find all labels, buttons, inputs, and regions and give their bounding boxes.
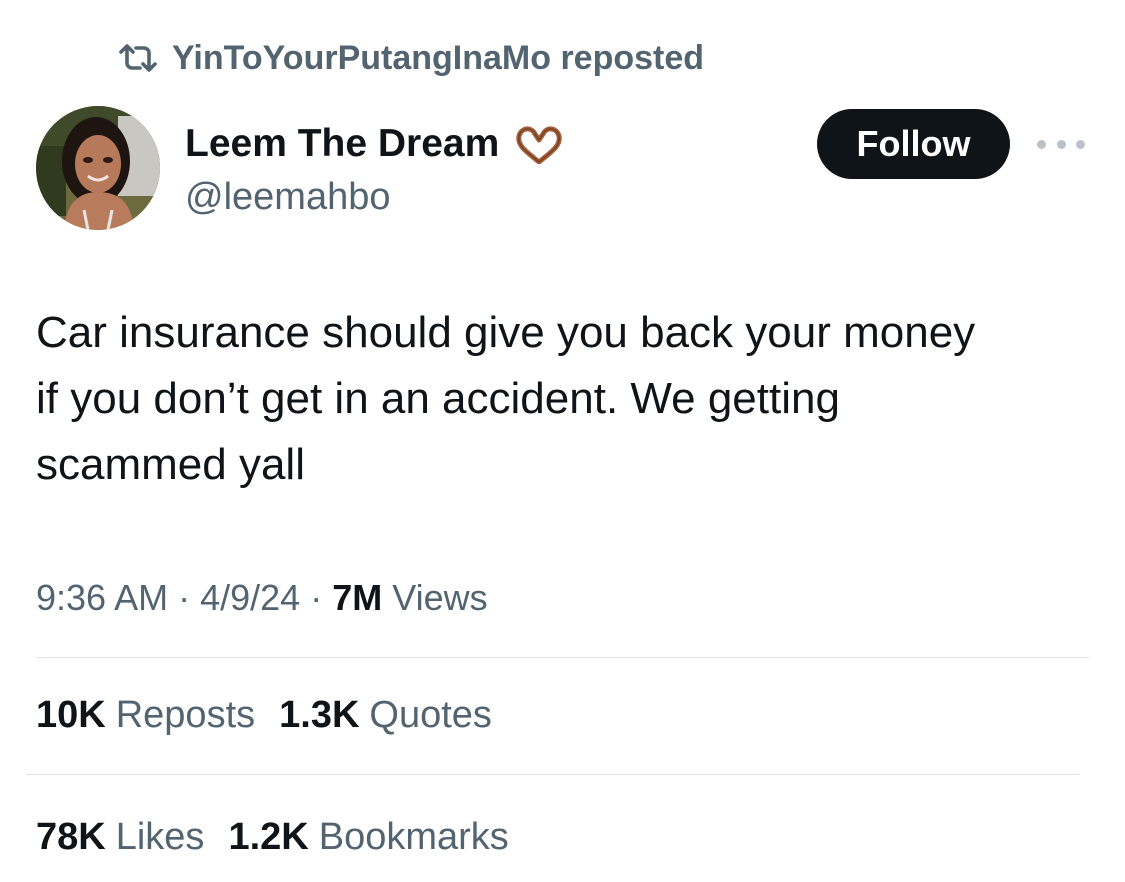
avatar[interactable] [36, 106, 160, 230]
meta-separator: · [310, 577, 323, 618]
author-info[interactable]: Leem The Dream @leemahbo [185, 120, 565, 220]
tweet-time[interactable]: 9:36 AM [36, 573, 168, 623]
likes-count: 78K [36, 816, 106, 858]
repost-text: YinToYourPutangInaMo reposted [172, 39, 705, 77]
reposts-stat[interactable]: 10K Reposts [36, 689, 255, 741]
quotes-stat[interactable]: 1.3K Quotes [279, 689, 492, 741]
tweet-date[interactable]: 4/9/24 [200, 573, 300, 623]
more-dot [1076, 139, 1085, 149]
follow-button[interactable]: Follow [817, 109, 1010, 179]
repost-icon [118, 43, 158, 73]
more-dot [1056, 139, 1066, 149]
more-options-icon[interactable] [1037, 132, 1085, 156]
views-stat[interactable]: 7M Views [332, 573, 487, 623]
divider [36, 657, 1089, 658]
more-dot [1037, 139, 1046, 149]
tweet-text: Car insurance should give you back your … [36, 308, 976, 489]
reposts-label: Reposts [115, 694, 256, 736]
reposts-count: 10K [36, 694, 106, 736]
views-count: 7M [332, 577, 383, 618]
stats-row-reposts-quotes: 10K Reposts 1.3K Quotes [36, 689, 516, 741]
likes-stat[interactable]: 78K Likes [36, 811, 204, 863]
repost-header[interactable]: YinToYourPutangInaMo reposted [118, 36, 704, 80]
bookmarks-count: 1.2K [228, 816, 309, 858]
likes-label: Likes [115, 816, 205, 858]
display-name-text: Leem The Dream [185, 122, 500, 165]
quotes-count: 1.3K [279, 694, 360, 736]
display-name[interactable]: Leem The Dream [185, 120, 565, 168]
divider [26, 774, 1080, 775]
views-label: Views [392, 577, 488, 618]
tweet-meta: 9:36 AM · 4/9/24 · 7M Views [36, 573, 488, 623]
meta-separator: · [178, 577, 191, 618]
bookmarks-stat[interactable]: 1.2K Bookmarks [228, 811, 508, 863]
stats-row-likes-bookmarks: 78K Likes 1.2K Bookmarks [36, 811, 533, 863]
quotes-label: Quotes [369, 694, 492, 736]
heart-hands-icon [513, 124, 565, 164]
handle[interactable]: @leemahbo [185, 174, 565, 220]
bookmarks-label: Bookmarks [318, 816, 509, 858]
